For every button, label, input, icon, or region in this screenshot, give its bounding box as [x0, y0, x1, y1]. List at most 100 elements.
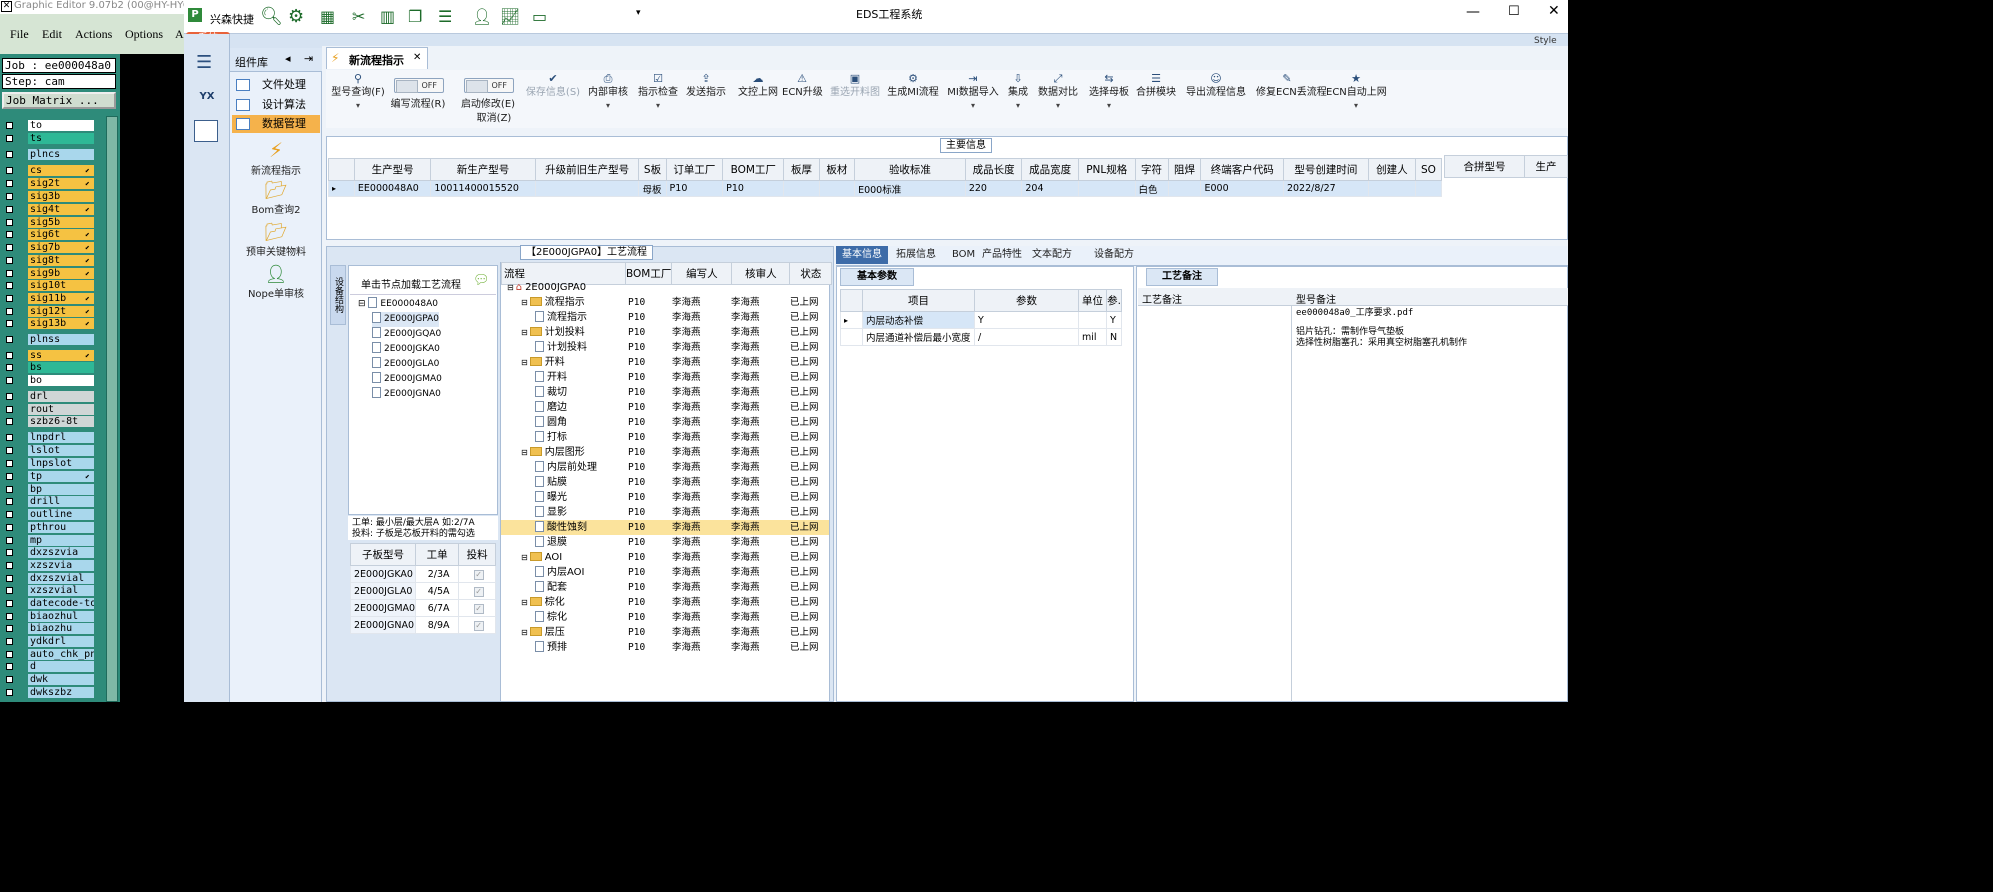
- layer-row[interactable]: ss ⬋: [4, 350, 96, 361]
- layer-row[interactable]: lslot: [4, 445, 96, 456]
- layer-checkbox[interactable]: [6, 219, 13, 226]
- dropdown-arrow-icon[interactable]: ▾: [944, 99, 1002, 112]
- main-cell[interactable]: [534, 180, 640, 197]
- layer-row[interactable]: ydkdrl: [4, 636, 96, 647]
- sub-cell[interactable]: 2E000JGLA0: [349, 582, 417, 600]
- layer-row[interactable]: ts: [4, 133, 96, 144]
- main-cell[interactable]: [1167, 180, 1202, 197]
- struct-tab[interactable]: 设备结构: [330, 265, 346, 325]
- main-cell[interactable]: 母板: [638, 180, 667, 197]
- flow-node[interactable]: ⊟ AOI: [521, 550, 562, 565]
- tree-node[interactable]: 2E000JGNA0: [372, 387, 441, 402]
- ribbon-button[interactable]: ☰ 合拼模块: [1134, 72, 1178, 99]
- ribbon-button[interactable]: ⎙ 内部审核 ▾: [586, 72, 630, 112]
- dropdown-arrow-icon[interactable]: ▾: [1326, 99, 1386, 112]
- collapse-icon[interactable]: ⊟: [507, 283, 514, 292]
- layer-name[interactable]: outline: [28, 509, 94, 520]
- main-col-header[interactable]: 字符: [1134, 158, 1169, 181]
- sub-cell[interactable]: 2/3A: [415, 565, 460, 583]
- main-cell[interactable]: [1367, 180, 1416, 197]
- layer-checkbox[interactable]: [6, 549, 13, 556]
- layer-checkbox[interactable]: [6, 364, 13, 371]
- layer-checkbox[interactable]: [6, 336, 13, 343]
- tool-bom-query[interactable]: 📂︎ Bom查询2: [230, 180, 322, 216]
- sub-cell[interactable]: ✓: [458, 565, 496, 583]
- flow-row[interactable]: 内层AOI P10 李海燕 李海燕 已上网: [501, 565, 829, 580]
- layer-name[interactable]: cs ⬋: [28, 165, 94, 176]
- side-item-file[interactable]: 文件处理: [232, 76, 320, 94]
- menu-options[interactable]: Options: [125, 27, 163, 42]
- sub-cell[interactable]: 2E000JGMA0: [349, 599, 417, 617]
- flow-node[interactable]: 打标: [535, 430, 567, 445]
- layer-checkbox[interactable]: [6, 638, 13, 645]
- chart-icon[interactable]: 📈︎: [500, 8, 520, 26]
- layer-checkbox[interactable]: [6, 180, 13, 187]
- flow-row[interactable]: ⊟ 计划投料 P10 李海燕 李海燕 已上网: [501, 325, 829, 340]
- layer-row[interactable]: dxzszvia: [4, 547, 96, 558]
- ribbon-button[interactable]: ⚙ 生成MI流程: [886, 72, 940, 99]
- layer-checkbox[interactable]: [6, 575, 13, 582]
- menu-actions[interactable]: Actions: [75, 27, 112, 42]
- layer-name[interactable]: dxzszvial: [28, 573, 94, 584]
- sub-row[interactable]: 2E000JGLA0 4/5A ✓: [349, 582, 496, 600]
- grid-icon[interactable]: ▦: [320, 8, 340, 26]
- tree-node[interactable]: 2E000JGMA0: [372, 372, 442, 387]
- collapse-left-icon[interactable]: ◂: [285, 52, 291, 65]
- layer-row[interactable]: sig7b ⬋: [4, 242, 96, 253]
- layer-checkbox[interactable]: [6, 122, 13, 129]
- ribbon-button[interactable]: ☁ 文控上网: [736, 72, 780, 99]
- sub-cell[interactable]: 4/5A: [415, 582, 460, 600]
- layer-checkbox[interactable]: [6, 434, 13, 441]
- ribbon-button[interactable]: ⤢ 数据对比 ▾: [1036, 72, 1080, 112]
- main-col-header[interactable]: 升级前旧生产型号: [534, 158, 640, 181]
- layer-row[interactable]: sig2t ⬋: [4, 178, 96, 189]
- side-item-data[interactable]: 数据管理: [232, 115, 320, 133]
- flow-row[interactable]: 退膜 P10 李海燕 李海燕 已上网: [501, 535, 829, 550]
- sub-cell[interactable]: 2E000JGKA0: [349, 565, 417, 583]
- flow-row[interactable]: 显影 P10 李海燕 李海燕 已上网: [501, 505, 829, 520]
- ribbon-button[interactable]: ⇪ 发送指示: [684, 72, 728, 99]
- tab-craft-notes[interactable]: 工艺备注: [1146, 268, 1218, 286]
- flow-node[interactable]: 贴膜: [535, 475, 567, 490]
- window-close-button[interactable]: ✕: [1548, 3, 1560, 19]
- layer-row[interactable]: biaozhul: [4, 611, 96, 622]
- main-col-header[interactable]: 板材: [818, 158, 856, 181]
- layer-checkbox[interactable]: [6, 135, 13, 142]
- layer-name[interactable]: lslot: [28, 445, 94, 456]
- main-cell[interactable]: 220: [964, 180, 1023, 197]
- flow-row[interactable]: 打标 P10 李海燕 李海燕 已上网: [501, 430, 829, 445]
- main-col-header[interactable]: 新生产型号: [430, 158, 536, 181]
- layer-checkbox[interactable]: [6, 511, 13, 518]
- param-cell[interactable]: Y: [1106, 311, 1122, 329]
- toggle-switch[interactable]: OFF: [464, 78, 514, 93]
- main-cell[interactable]: [818, 180, 856, 197]
- layer-checkbox[interactable]: [6, 447, 13, 454]
- dropdown-arrow-icon[interactable]: ▾: [636, 99, 680, 112]
- layer-row[interactable]: dwk: [4, 674, 96, 685]
- layer-name[interactable]: sig9b ⬋: [28, 268, 94, 279]
- collapse-icon[interactable]: ⊟: [521, 598, 528, 607]
- flow-node[interactable]: ⊟ 内层图形: [521, 445, 585, 460]
- layer-checkbox[interactable]: [6, 613, 13, 620]
- model-notes-text[interactable]: ee000048a0_工序要求.pdf 铝片钻孔：需制作导气垫板 选择性树脂塞孔：采…: [1296, 308, 1564, 349]
- param-row[interactable]: 内层通道补偿后最小宽度 / mil N: [840, 328, 1122, 346]
- layer-row[interactable]: lnpslot: [4, 458, 96, 469]
- flow-row[interactable]: 棕化 P10 李海燕 李海燕 已上网: [501, 610, 829, 625]
- layer-name[interactable]: lnpslot: [28, 458, 94, 469]
- layer-row[interactable]: cs ⬋: [4, 165, 96, 176]
- layer-row[interactable]: xzszvia: [4, 560, 96, 571]
- layer-name[interactable]: ts: [28, 133, 94, 144]
- ribbon-button[interactable]: ✔ 保存信息(S): [524, 72, 582, 99]
- main-cell[interactable]: E000标准: [854, 180, 966, 197]
- layer-checkbox[interactable]: [6, 352, 13, 359]
- flow-node[interactable]: 开料: [535, 370, 567, 385]
- layer-checkbox[interactable]: [6, 206, 13, 213]
- tab-basic-params[interactable]: 基本参数: [840, 268, 914, 286]
- copy-icon[interactable]: ❐: [408, 8, 428, 26]
- flow-node[interactable]: ⊟ 层压: [521, 625, 565, 640]
- layer-checkbox[interactable]: [6, 167, 13, 174]
- layer-name[interactable]: xzszvial: [28, 585, 94, 596]
- collapse-icon[interactable]: ⊟: [521, 553, 528, 562]
- sub-row[interactable]: 2E000JGNA0 8/9A ✓: [349, 616, 496, 634]
- struct-tree[interactable]: ⊟ EE000048A0 2E000JGPA0 2E000JGQA0 2E000JG…: [350, 294, 496, 514]
